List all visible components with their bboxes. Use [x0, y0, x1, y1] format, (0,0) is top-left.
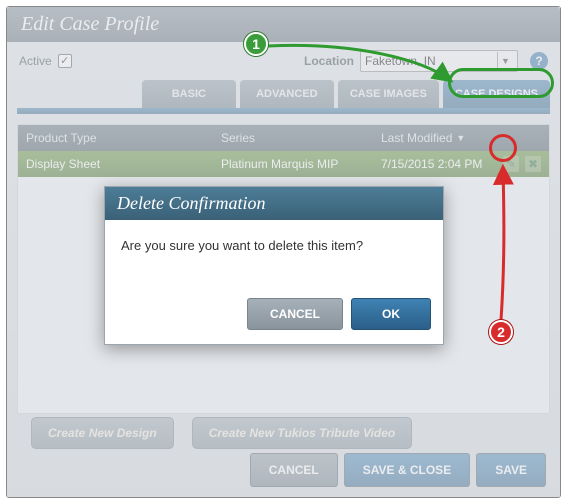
annotation-ring-delete — [489, 134, 517, 162]
create-tukios-button[interactable]: Create New Tukios Tribute Video — [192, 417, 413, 449]
tab-strip — [17, 108, 550, 114]
cell-series: Platinum Marquis MIP — [213, 157, 373, 171]
save-button[interactable]: SAVE — [476, 453, 546, 487]
location-value: Faketown, IN — [365, 54, 436, 68]
col-product-type[interactable]: Product Type — [18, 125, 213, 151]
bottom-left-actions: Create New Design Create New Tukios Trib… — [31, 417, 412, 449]
modal-body-text: Are you sure you want to delete this ite… — [105, 220, 443, 290]
grid-header: Product Type Series Last Modified ▼ — [18, 125, 549, 151]
modal-ok-button[interactable]: OK — [351, 298, 431, 330]
cell-product-type: Display Sheet — [18, 157, 213, 171]
delete-confirmation-modal: Delete Confirmation Are you sure you wan… — [104, 186, 444, 345]
window-title: Edit Case Profile — [7, 7, 560, 42]
tab-case-images[interactable]: CASE IMAGES — [338, 80, 439, 108]
cell-last-modified: 7/15/2015 2:04 PM — [373, 157, 493, 171]
active-checkbox[interactable]: ✓ — [58, 54, 72, 68]
location-label: Location — [304, 54, 354, 68]
modal-title: Delete Confirmation — [105, 187, 443, 220]
annotation-ring-tab — [448, 68, 554, 98]
modal-cancel-button[interactable]: CANCEL — [247, 298, 343, 330]
create-design-button[interactable]: Create New Design — [31, 417, 174, 449]
bottom-right-actions: CANCEL SAVE & CLOSE SAVE — [250, 453, 546, 487]
save-close-button[interactable]: SAVE & CLOSE — [344, 453, 470, 487]
tab-advanced[interactable]: ADVANCED — [240, 80, 334, 108]
table-row[interactable]: Display Sheet Platinum Marquis MIP 7/15/… — [18, 151, 549, 177]
cancel-button[interactable]: CANCEL — [250, 453, 338, 487]
annotation-step-1: 1 — [244, 32, 268, 56]
annotation-step-2: 2 — [489, 320, 513, 344]
col-series[interactable]: Series — [213, 125, 373, 151]
col-last-modified[interactable]: Last Modified ▼ — [373, 125, 493, 151]
col-last-modified-label: Last Modified — [381, 131, 452, 145]
modal-actions: CANCEL OK — [105, 290, 443, 344]
delete-icon[interactable]: ✖ — [525, 156, 541, 172]
sort-desc-icon: ▼ — [456, 133, 465, 143]
tab-basic[interactable]: BASIC — [142, 80, 236, 108]
active-label: Active — [19, 54, 52, 68]
